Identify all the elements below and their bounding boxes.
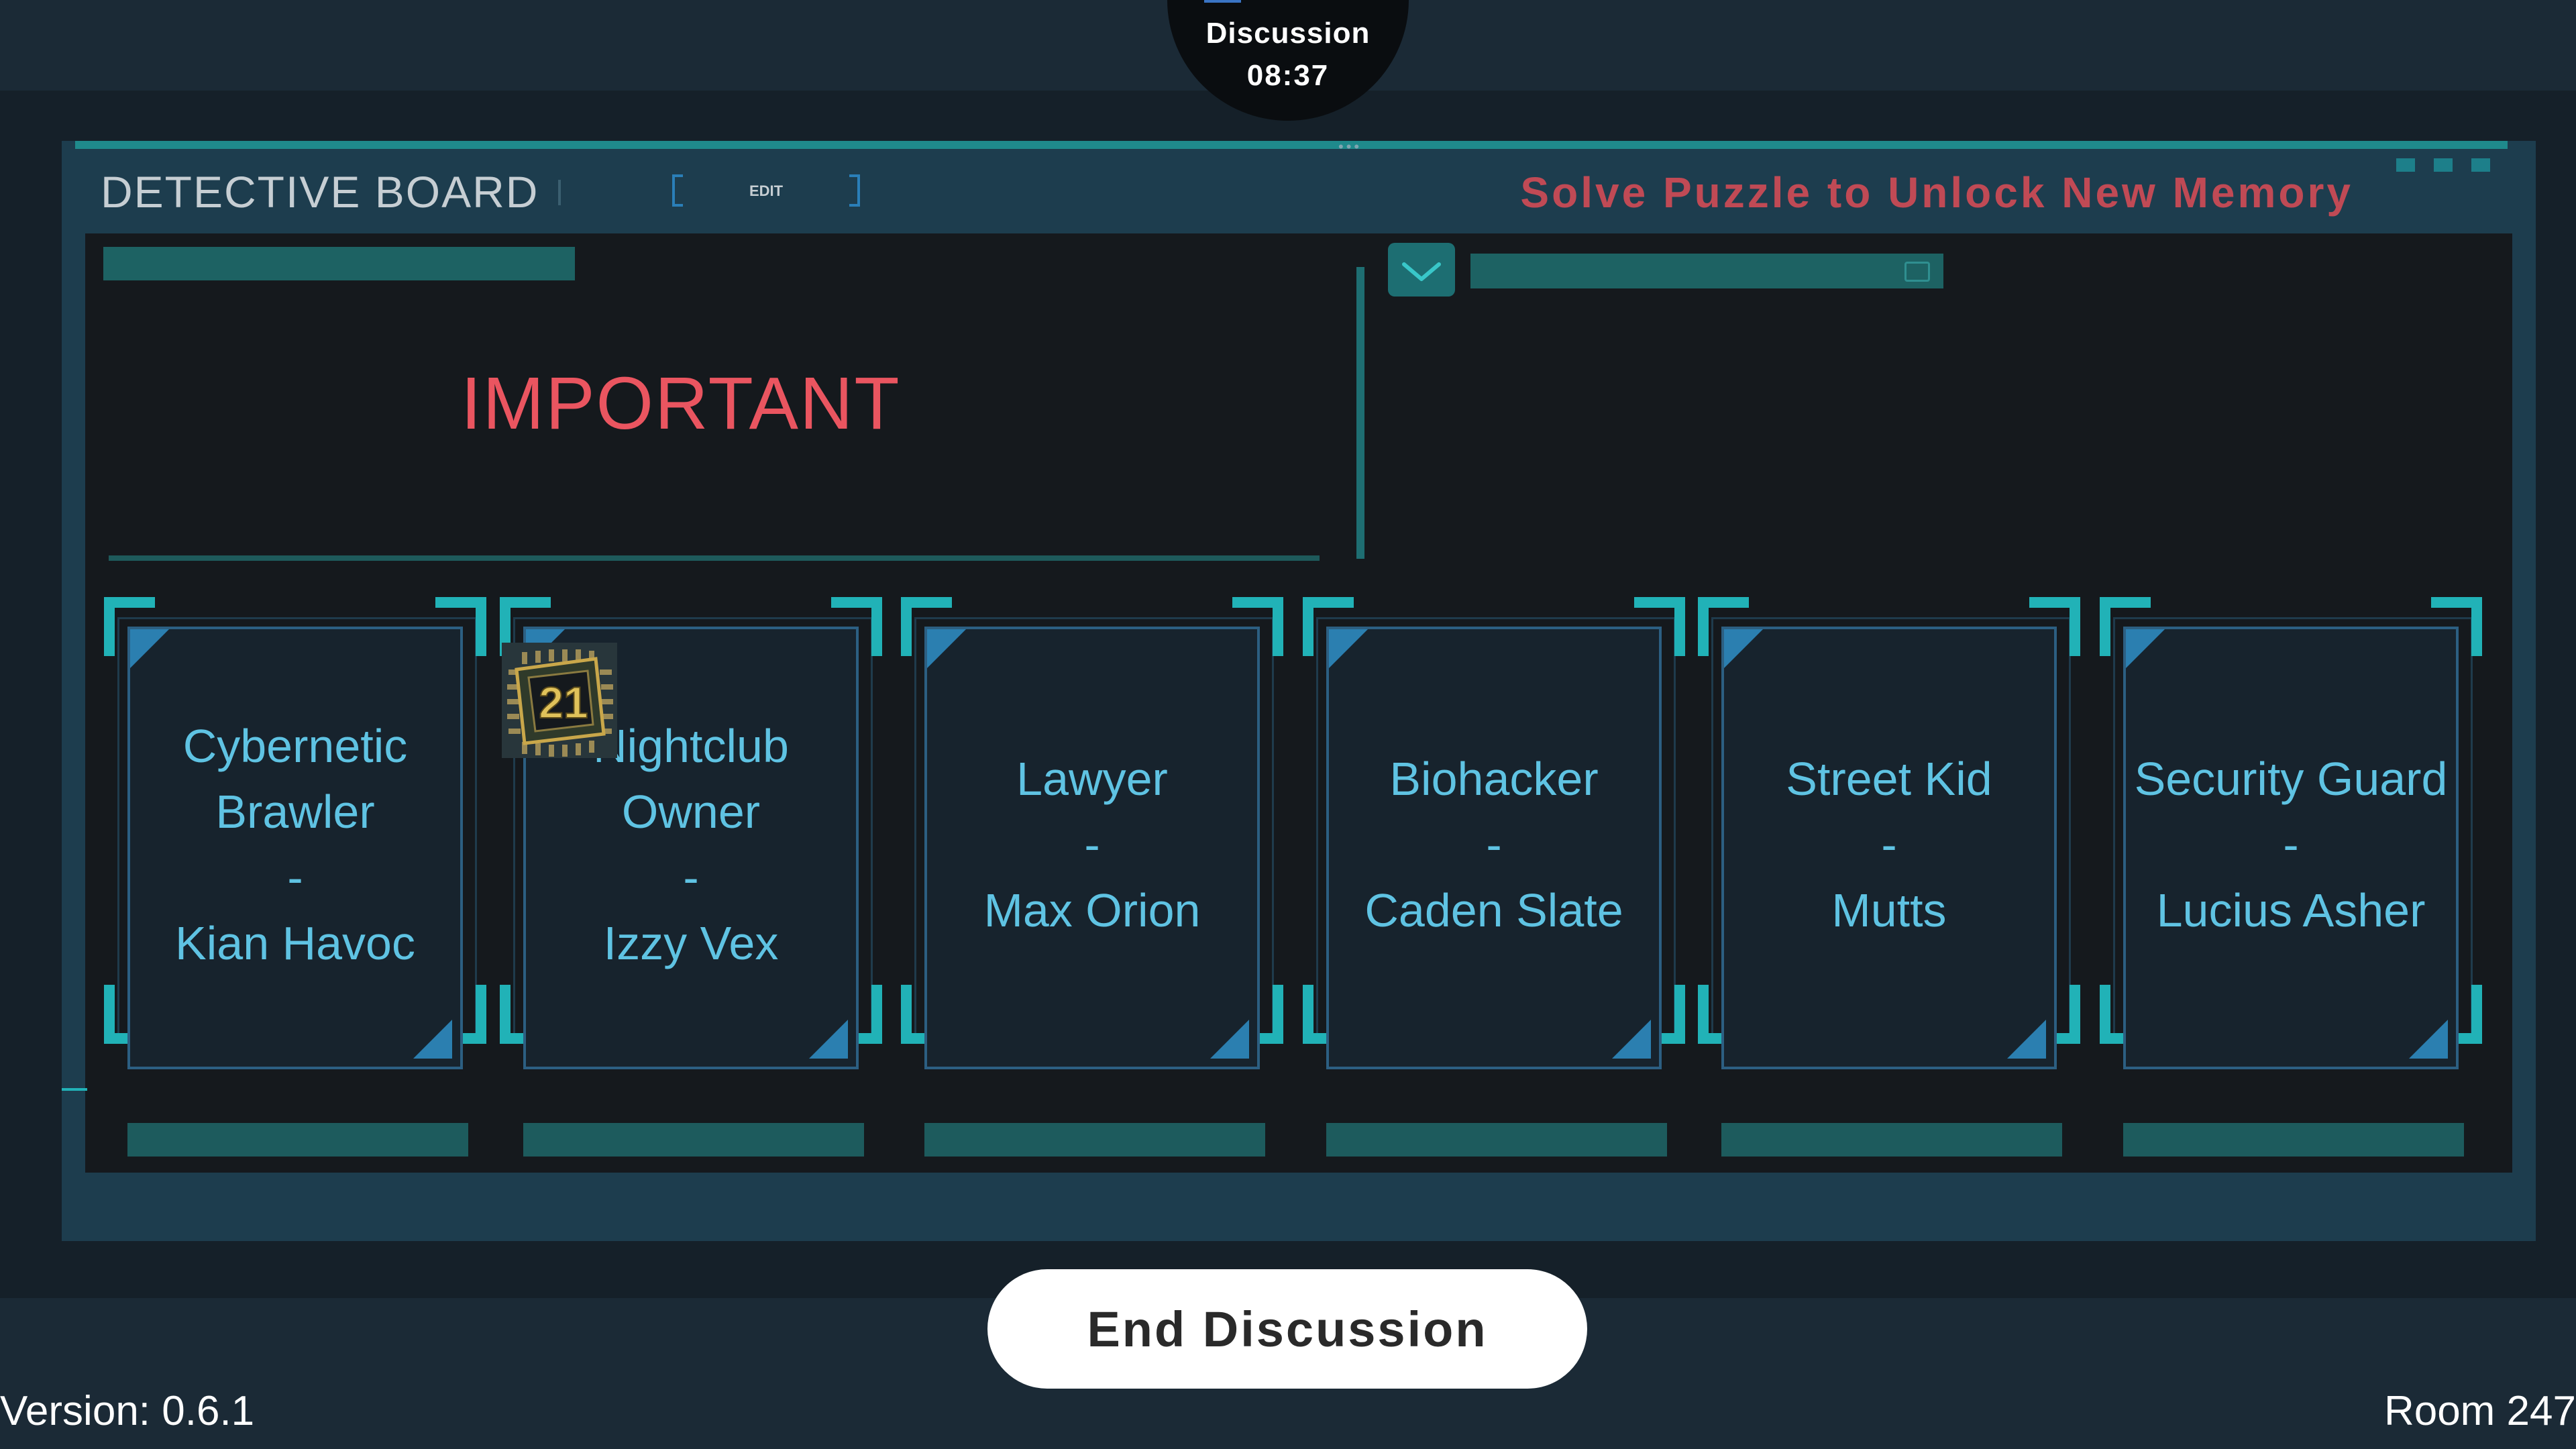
card-body: Street Kid - Mutts [1721, 627, 2057, 1069]
suspect-name: Max Orion [983, 884, 1201, 936]
suspect-card-3[interactable]: Lawyer - Max Orion [901, 597, 1283, 1157]
edit-button-label: EDIT [749, 182, 784, 199]
suspect-name: Izzy Vex [603, 917, 779, 969]
end-discussion-button[interactable]: End Discussion [987, 1269, 1587, 1389]
board-edge-marker [62, 1088, 87, 1091]
suspect-role-line-2: Brawler [215, 786, 375, 838]
suspect-card-5[interactable]: Street Kid - Mutts [1698, 597, 2080, 1157]
chevron-down-icon [1402, 262, 1441, 281]
suspect-card-1[interactable]: Cybernetic Brawler - Kian Havoc [104, 597, 486, 1157]
card-body: Lawyer - Max Orion [924, 627, 1260, 1069]
timer-phase-label: Discussion [1205, 17, 1371, 50]
suspect-vote-bar[interactable] [2123, 1123, 2464, 1157]
suspect-name: Kian Havoc [175, 917, 415, 969]
timer-indicator [1204, 0, 1241, 3]
suspect-separator: - [287, 851, 303, 904]
suspect-name: Caden Slate [1364, 884, 1623, 936]
panel-divider [1356, 267, 1364, 559]
board-drag-handle[interactable] [75, 141, 2508, 149]
chip-label: 21 [539, 678, 588, 727]
timer-countdown: 08:37 [1246, 59, 1330, 92]
suspect-separator: - [2283, 818, 2299, 871]
suspect-role-line-2: Owner [621, 786, 761, 838]
suspect-separator: - [683, 851, 699, 904]
maximize-button[interactable] [2434, 158, 2453, 172]
suspect-vote-bar[interactable] [1721, 1123, 2062, 1157]
important-label: IMPORTANT [461, 362, 901, 445]
suspect-name: Mutts [1831, 884, 1947, 936]
card-body: Biohacker - Caden Slate [1326, 627, 1662, 1069]
close-button[interactable] [2471, 158, 2490, 172]
suspect-name: Lucius Asher [2156, 884, 2426, 936]
edit-button[interactable]: EDIT [672, 174, 860, 208]
unlock-memory-message: Solve Puzzle to Unlock New Memory [1520, 168, 2353, 217]
card-body: Cybernetic Brawler - Kian Havoc [127, 627, 463, 1069]
suspect-card-6[interactable]: Security Guard - Lucius Asher [2100, 597, 2482, 1157]
card-body: Security Guard - Lucius Asher [2123, 627, 2459, 1069]
dropdown-toggle-button[interactable] [1388, 243, 1455, 297]
room-label: Room 247 [2383, 1388, 2576, 1434]
suspect-vote-bar[interactable] [1326, 1123, 1667, 1157]
chip-graphic: 21 [502, 643, 617, 758]
suspect-role: Security Guard [2134, 753, 2448, 805]
board-title: DETECTIVE BOARD [101, 167, 539, 217]
minimize-button[interactable] [2396, 158, 2415, 172]
expand-icon [1904, 262, 1930, 282]
suspect-role: Biohacker [1389, 753, 1599, 805]
suspect-role: Street Kid [1786, 753, 1992, 805]
suspect-role: Lawyer [1016, 753, 1168, 805]
version-label: Version: 0.6.1 [0, 1388, 255, 1434]
suspect-separator: - [1084, 818, 1100, 871]
suspect-separator: - [1881, 818, 1897, 871]
section-divider [109, 555, 1320, 561]
suspect-vote-bar[interactable] [523, 1123, 864, 1157]
search-input[interactable] [1470, 254, 1943, 288]
suspect-vote-bar[interactable] [924, 1123, 1265, 1157]
suspect-role-line-1: Cybernetic [182, 720, 408, 772]
suspect-vote-bar[interactable] [127, 1123, 468, 1157]
bracket-right-icon [849, 174, 860, 207]
notes-header-bar [103, 247, 575, 280]
suspect-separator: - [1486, 818, 1502, 871]
title-cursor [558, 180, 561, 205]
suspect-card-4[interactable]: Biohacker - Caden Slate [1303, 597, 1685, 1157]
memory-chip-icon[interactable]: 21 [502, 643, 617, 758]
drag-dots-icon[interactable]: ••• [1338, 138, 1362, 156]
